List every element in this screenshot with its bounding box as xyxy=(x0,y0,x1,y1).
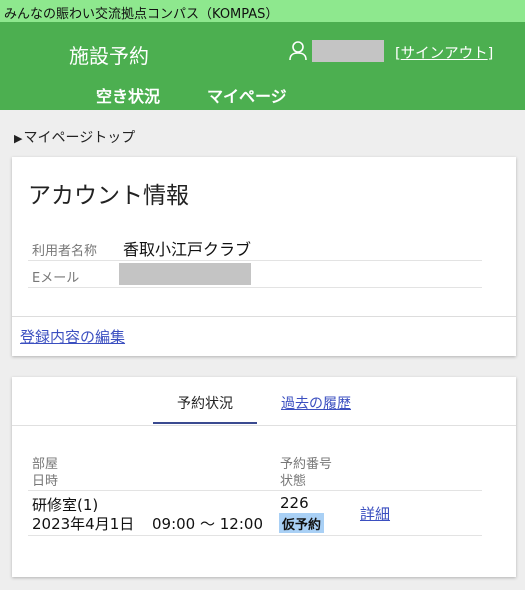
site-banner: みんなの賑わい交流拠点コンパス（KOMPAS） xyxy=(0,0,525,22)
row-divider xyxy=(28,535,482,536)
user-icon xyxy=(289,41,307,61)
user-value: 香取小江戸クラブ xyxy=(123,240,252,259)
reservations-card: 予約状況 過去の履歴 部屋 日時 予約番号 状態 研修室(1) 2023年4月1… xyxy=(12,377,516,577)
app-header: 施設予約 [サインアウト] 空き状況 マイページ xyxy=(0,22,525,110)
breadcrumb-label[interactable]: マイページトップ xyxy=(23,130,135,146)
edit-profile-link[interactable]: 登録内容の編集 xyxy=(20,326,125,347)
app-title: 施設予約 xyxy=(69,44,149,68)
user-row: 利用者名称 香取小江戸クラブ xyxy=(28,234,482,261)
tab-reservation-status[interactable]: 予約状況 xyxy=(177,393,233,413)
email-label: Eメール xyxy=(32,271,80,286)
header-status: 状態 xyxy=(280,474,307,489)
account-card: アカウント情報 利用者名称 香取小江戸クラブ Eメール 登録内容の編集 xyxy=(12,157,516,356)
status-badge: 仮予約 xyxy=(279,513,325,533)
nav-availability[interactable]: 空き状況 xyxy=(96,83,160,107)
active-tab-indicator xyxy=(153,422,257,424)
row-room: 研修室(1) xyxy=(32,496,99,514)
tab-divider xyxy=(12,425,516,426)
breadcrumb-arrow-icon: ▶ xyxy=(14,132,23,145)
header-date: 日時 xyxy=(32,474,59,489)
tab-history[interactable]: 過去の履歴 xyxy=(281,393,351,413)
divider xyxy=(12,316,516,317)
row-time: 09:00 ～ 12:00 xyxy=(152,515,263,533)
row-number: 226 xyxy=(280,494,309,512)
detail-link[interactable]: 詳細 xyxy=(360,503,390,524)
signout: [サインアウト] xyxy=(395,46,494,62)
header-divider xyxy=(28,490,482,491)
breadcrumb[interactable]: ▶マイページトップ xyxy=(14,127,135,147)
account-title: アカウント情報 xyxy=(28,183,189,209)
nav-mypage[interactable]: マイページ xyxy=(207,83,287,107)
signout-link[interactable]: サインアウト xyxy=(401,46,488,62)
email-redacted xyxy=(119,263,251,285)
user-name-redacted xyxy=(312,40,384,62)
row-date: 2023年4月1日 xyxy=(32,515,135,533)
user-label: 利用者名称 xyxy=(32,244,98,259)
email-row: Eメール xyxy=(28,261,482,288)
site-title: みんなの賑わい交流拠点コンパス（KOMPAS） xyxy=(4,7,279,22)
